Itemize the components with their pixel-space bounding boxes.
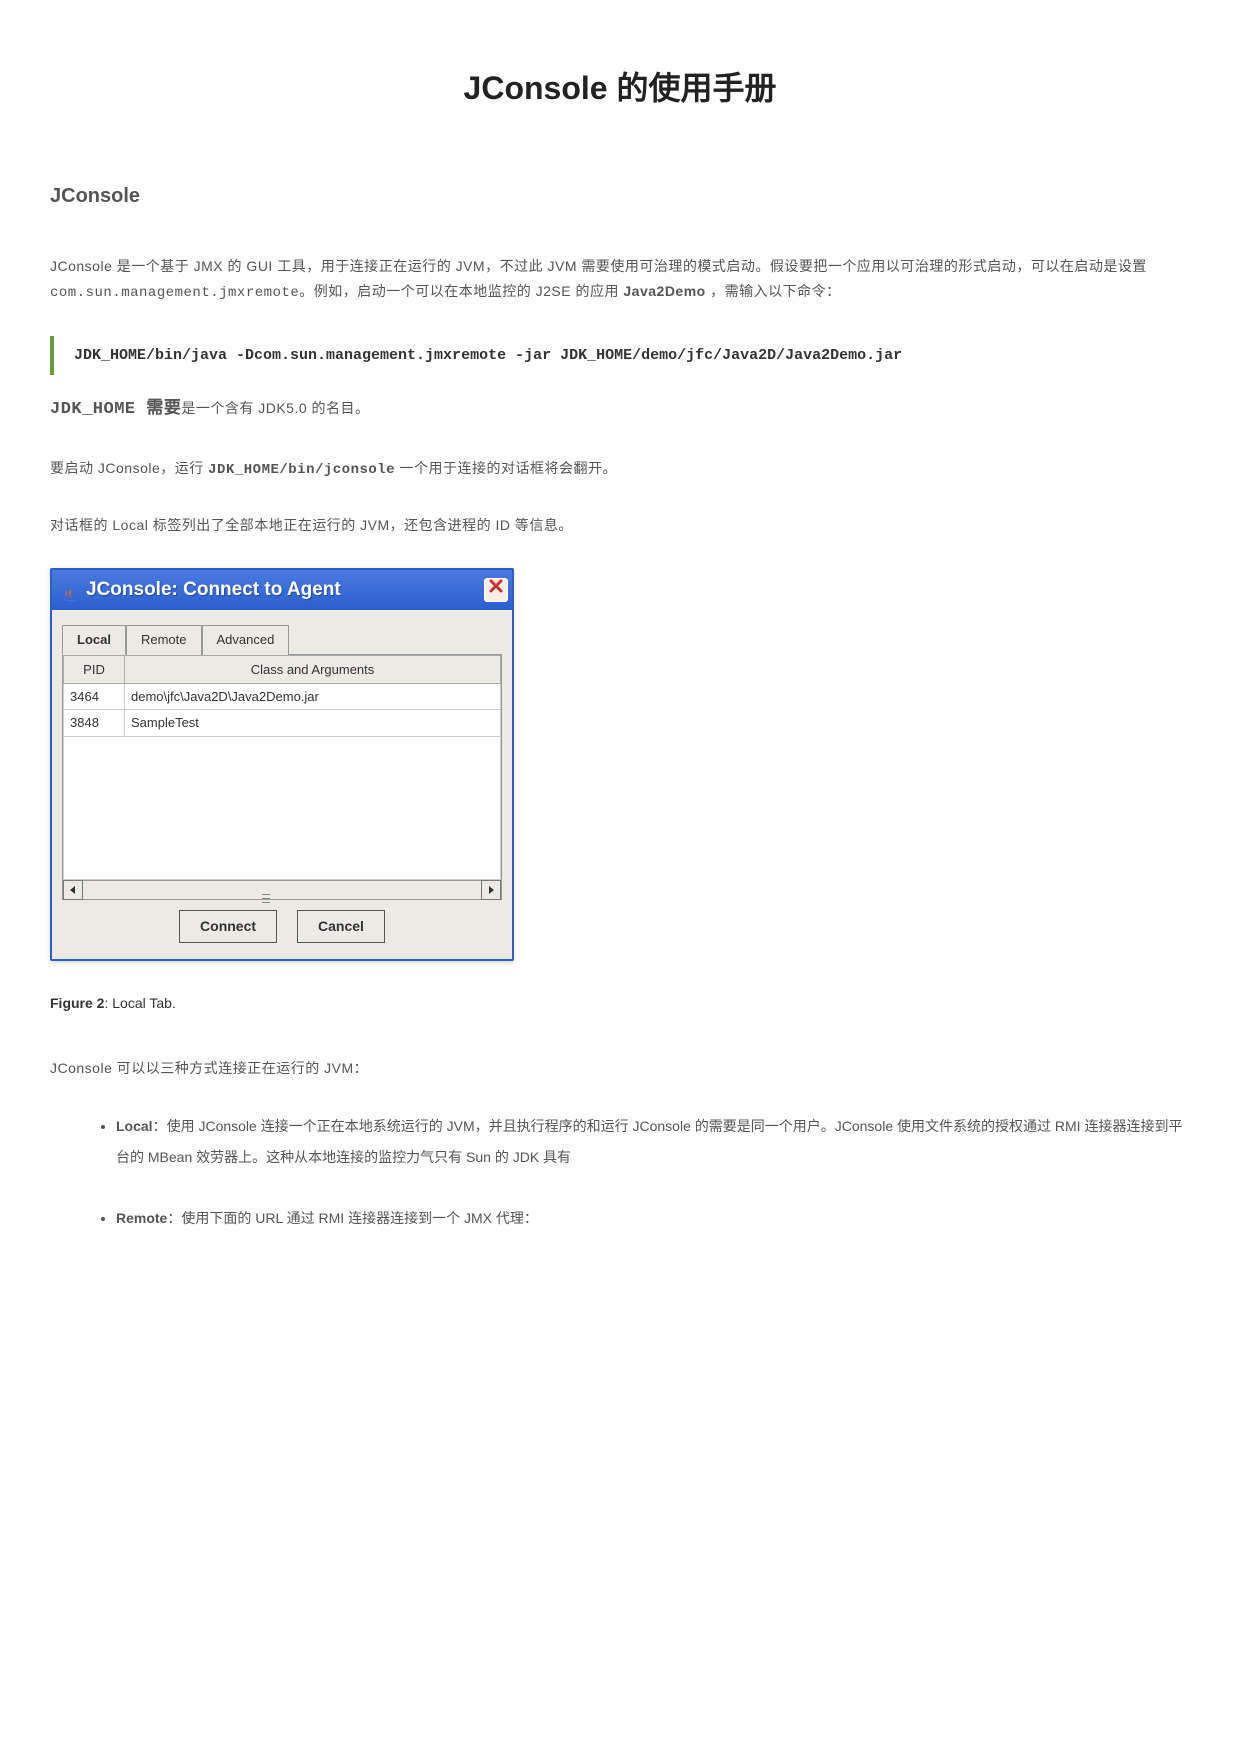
localtab-text: 对话框的 Local 标签列出了全部本地正在运行的 JVM，还包含进程的 ID … — [50, 513, 1190, 538]
run-text-c: 一个用于连接的对话框将会翻开。 — [395, 460, 617, 476]
dialog-button-row: Connect Cancel — [62, 900, 502, 947]
table-empty-area — [64, 736, 501, 879]
scroll-right-button[interactable] — [481, 880, 501, 900]
scroll-left-button[interactable] — [63, 880, 83, 900]
list-item: Local：使用 JConsole 连接一个正在本地系统运行的 JVM，并且执行… — [116, 1111, 1190, 1173]
figure-label: Figure 2 — [50, 995, 104, 1011]
tab-local[interactable]: Local — [62, 625, 126, 654]
table-row[interactable]: 3464 demo\jfc\Java2D\Java2Demo.jar — [64, 683, 501, 709]
dialog-body: Local Remote Advanced PID Class and Argu… — [52, 610, 512, 959]
intro-bold: Java2Demo — [623, 283, 705, 299]
dialog-titlebar: JConsole: Connect to Agent — [52, 570, 512, 610]
page-title: JConsole 的使用手册 — [50, 60, 1190, 118]
java-icon — [62, 582, 78, 598]
intro-text-b: 。例如，启动一个可以在本地监控的 J2SE 的应用 — [299, 283, 623, 299]
dialog-title-wrap: JConsole: Connect to Agent — [62, 573, 341, 607]
run-line: 要启动 JConsole，运行 JDK_HOME/bin/jconsole 一个… — [50, 456, 1190, 483]
command-block: JDK_HOME/bin/java -Dcom.sun.management.j… — [50, 336, 1190, 375]
figure-caption: Figure 2: Local Tab. — [50, 991, 1190, 1016]
bullet-remote-label: Remote — [116, 1210, 167, 1226]
cancel-button[interactable]: Cancel — [297, 910, 385, 943]
run-text-a: 要启动 JConsole，运行 — [50, 460, 208, 476]
tab-advanced[interactable]: Advanced — [202, 625, 290, 654]
section-heading: JConsole — [50, 178, 1190, 214]
intro-mono: com.sun.management.jmxremote — [50, 285, 299, 301]
jdkhome-label: JDK_HOME 需要 — [50, 400, 181, 419]
figure-text: : Local Tab. — [104, 995, 175, 1011]
process-table: PID Class and Arguments 3464 demo\jfc\Ja… — [62, 655, 502, 881]
cell-pid: 3848 — [64, 710, 125, 736]
close-button[interactable] — [484, 578, 508, 602]
triangle-right-icon — [487, 886, 495, 894]
col-pid[interactable]: PID — [64, 655, 125, 683]
col-args[interactable]: Class and Arguments — [125, 655, 501, 683]
run-cmd: JDK_HOME/bin/jconsole — [208, 462, 395, 478]
intro-paragraph: JConsole 是一个基于 JMX 的 GUI 工具，用于连接正在运行的 JV… — [50, 254, 1190, 306]
bullet-local-text: ：使用 JConsole 连接一个正在本地系统运行的 JVM，并且执行程序的和运… — [116, 1118, 1182, 1165]
horizontal-scrollbar[interactable] — [62, 881, 502, 900]
intro-text-a: JConsole 是一个基于 JMX 的 GUI 工具，用于连接正在运行的 JV… — [50, 258, 1147, 274]
close-icon — [488, 577, 504, 602]
connect-dialog: JConsole: Connect to Agent Local Remote … — [50, 568, 514, 961]
bullet-remote-text: ：使用下面的 URL 通过 RMI 连接器连接到一个 JMX 代理： — [167, 1210, 538, 1226]
table-row[interactable]: 3848 SampleTest — [64, 710, 501, 736]
cell-args: demo\jfc\Java2D\Java2Demo.jar — [125, 683, 501, 709]
connection-intro: JConsole 可以以三种方式连接正在运行的 JVM： — [50, 1056, 1190, 1081]
connect-button[interactable]: Connect — [179, 910, 277, 943]
jdkhome-line: JDK_HOME 需要是一个含有 JDK5.0 的名目。 — [50, 395, 1190, 426]
list-item: Remote：使用下面的 URL 通过 RMI 连接器连接到一个 JMX 代理： — [116, 1203, 1190, 1234]
jdkhome-text: 是一个含有 JDK5.0 的名目。 — [181, 400, 369, 416]
dialog-title: JConsole: Connect to Agent — [86, 573, 341, 607]
cell-pid: 3464 — [64, 683, 125, 709]
intro-text-c: ，需输入以下命令： — [706, 283, 841, 299]
cell-args: SampleTest — [125, 710, 501, 736]
tab-remote[interactable]: Remote — [126, 625, 202, 654]
triangle-left-icon — [69, 886, 77, 894]
tabbar: Local Remote Advanced — [62, 624, 502, 654]
connection-list: Local：使用 JConsole 连接一个正在本地系统运行的 JVM，并且执行… — [50, 1111, 1190, 1233]
bullet-local-label: Local — [116, 1118, 153, 1134]
